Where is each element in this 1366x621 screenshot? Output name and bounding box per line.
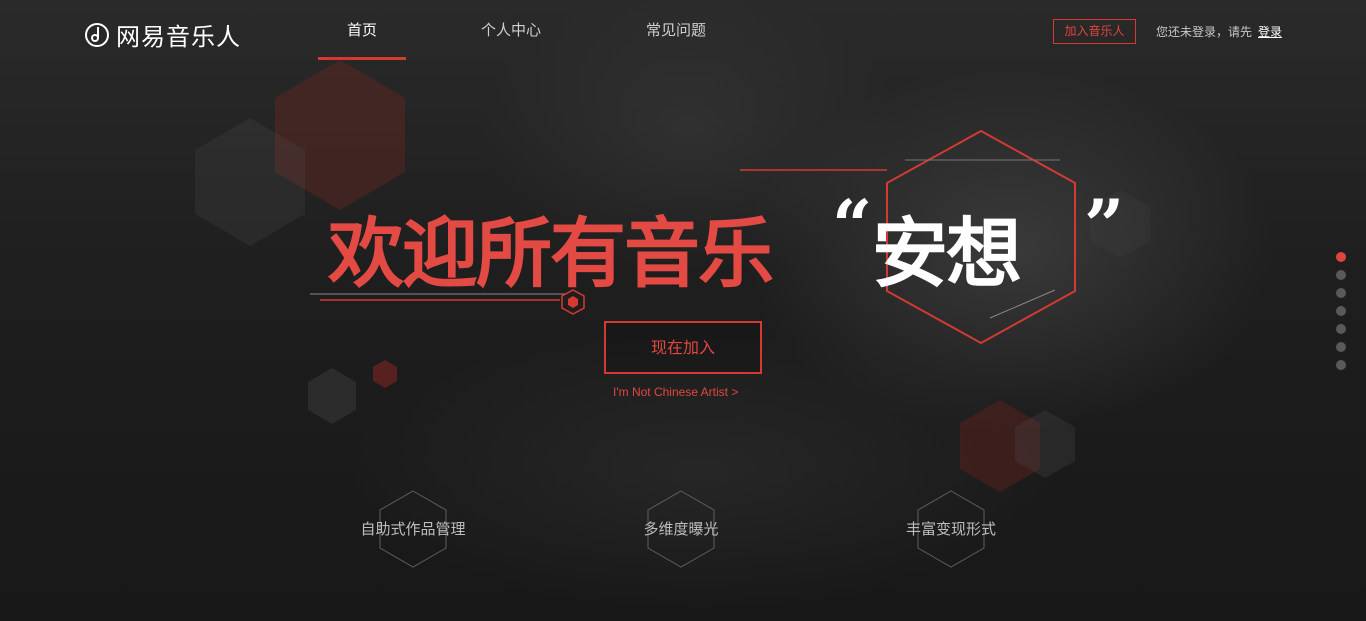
- pager-dot[interactable]: [1336, 360, 1346, 370]
- feature-label: 自助式作品管理: [360, 520, 466, 538]
- slogan-main: 欢迎所有音乐: [328, 209, 774, 298]
- pager-dot[interactable]: [1336, 288, 1346, 298]
- pager-dot[interactable]: [1336, 270, 1346, 280]
- slogan-highlight: 安想: [872, 209, 1022, 298]
- join-now-button[interactable]: 现在加入: [604, 321, 762, 374]
- feature-monetization: 丰富变现形式: [881, 490, 1021, 568]
- pager-dot[interactable]: [1336, 324, 1346, 334]
- music-note-logo-icon: [85, 22, 109, 47]
- pager-dot[interactable]: [1336, 252, 1346, 262]
- pager-dot[interactable]: [1336, 306, 1346, 316]
- main-nav: 首页 个人中心 常见问题: [318, 0, 736, 60]
- login-link[interactable]: 登录: [1258, 23, 1282, 40]
- slogan-quote-open: “: [832, 184, 873, 267]
- feature-label: 多维度曝光: [643, 520, 719, 538]
- nav-faq[interactable]: 常见问题: [616, 0, 736, 60]
- slogan-quote-close: ”: [1084, 184, 1125, 267]
- pager-dot[interactable]: [1336, 342, 1346, 352]
- nav-personal-center[interactable]: 个人中心: [406, 0, 616, 60]
- logo[interactable]: 网易音乐人: [84, 17, 241, 52]
- not-chinese-artist-link[interactable]: I'm Not Chinese Artist >: [613, 385, 738, 399]
- feature-multi-exposure: 多维度曝光: [611, 490, 751, 568]
- logo-text: 网易音乐人: [116, 23, 241, 51]
- join-musician-button[interactable]: 加入音乐人: [1053, 19, 1136, 44]
- feature-self-service-management: 自助式作品管理: [343, 490, 483, 568]
- login-hint: 您还未登录，请先: [1156, 25, 1253, 39]
- feature-label: 丰富变现形式: [905, 520, 996, 538]
- nav-home[interactable]: 首页: [318, 0, 406, 60]
- slide-pager: [1336, 252, 1346, 370]
